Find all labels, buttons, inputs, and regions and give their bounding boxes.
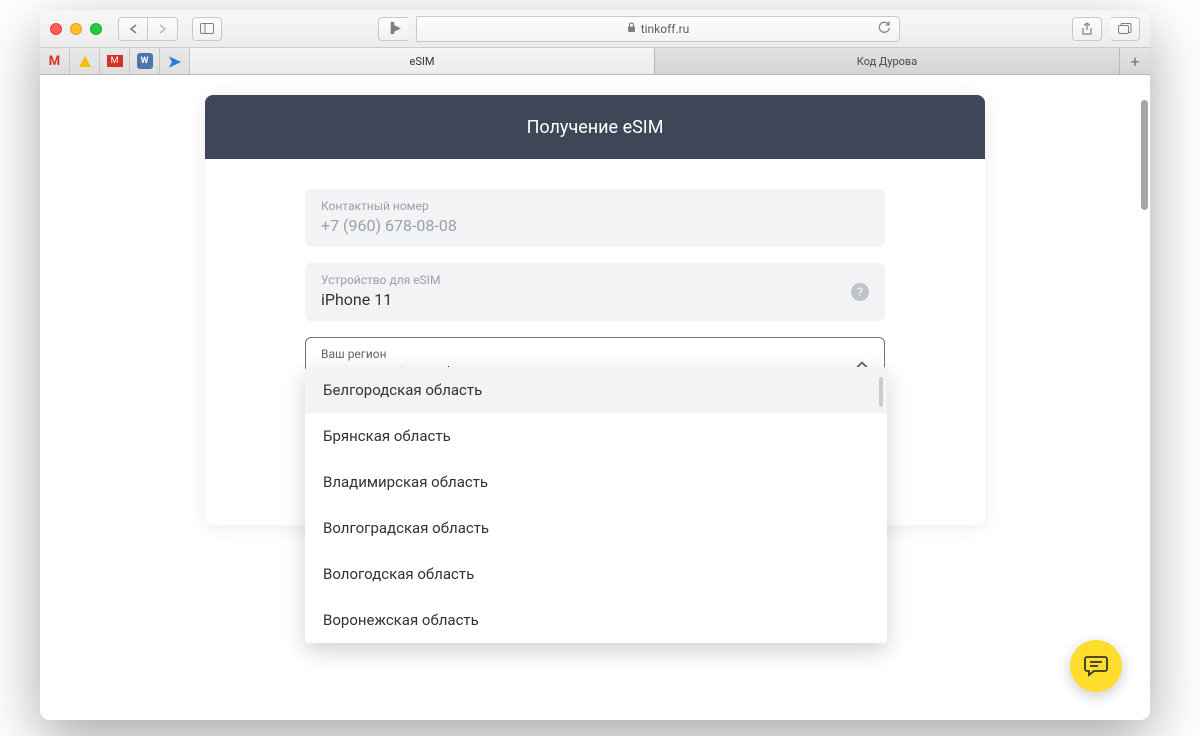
dropdown-option[interactable]: Владимирская область — [305, 459, 887, 505]
maximize-window-button[interactable] — [90, 23, 102, 35]
share-icon — [1081, 22, 1093, 36]
device-field[interactable]: Устройство для eSIM iPhone 11 ? — [305, 263, 885, 321]
sidebar-button[interactable] — [192, 17, 222, 41]
plus-icon: + — [1130, 52, 1139, 71]
dropdown-option[interactable]: Брянская область — [305, 413, 887, 459]
dropdown-option[interactable]: Волгоградская область — [305, 505, 887, 551]
dropdown-scrollbar[interactable] — [879, 377, 883, 407]
favorite-gmail-alt[interactable]: M — [100, 48, 130, 74]
dropdown-option[interactable]: Вологодская область — [305, 551, 887, 597]
device-value: iPhone 11 — [321, 290, 869, 309]
favorite-gmail[interactable]: M — [40, 48, 70, 74]
refresh-icon — [878, 20, 891, 34]
tabs-icon — [1118, 23, 1132, 35]
favorite-vk[interactable]: W — [130, 48, 160, 74]
contact-field[interactable]: Контактный номер +7 (960) 678-08-08 — [305, 189, 885, 247]
tab-label: Код Дурова — [857, 55, 917, 68]
help-icon[interactable]: ? — [851, 283, 869, 301]
address-bar[interactable]: tinkoff.ru — [416, 16, 900, 42]
favorite-drive[interactable] — [70, 48, 100, 74]
tab-esim[interactable]: eSIM — [190, 48, 655, 74]
url-text: tinkoff.ru — [641, 22, 690, 36]
tabs-overview-button[interactable] — [1110, 17, 1140, 41]
page-viewport: Получение eSIM Контактный номер +7 (960)… — [40, 75, 1150, 720]
device-label: Устройство для eSIM — [321, 273, 869, 287]
sidebar-icon — [200, 23, 214, 34]
esim-card: Получение eSIM Контактный номер +7 (960)… — [205, 95, 985, 525]
dropdown-option[interactable]: Белгородская область — [305, 367, 887, 413]
contact-label: Контактный номер — [321, 199, 869, 213]
chat-button[interactable] — [1070, 640, 1122, 692]
minimize-window-button[interactable] — [70, 23, 82, 35]
forward-button[interactable] — [148, 17, 178, 41]
tabstrip: M M W ➤ eSIM Код Дурова + — [40, 48, 1150, 75]
window-controls — [50, 23, 102, 35]
close-window-button[interactable] — [50, 23, 62, 35]
gmail-alt-icon: M — [107, 55, 123, 67]
chevron-right-icon — [158, 24, 167, 34]
window-scrollbar[interactable] — [1141, 100, 1148, 210]
tab-label: eSIM — [410, 55, 435, 68]
favorites-row: M M W ➤ — [40, 48, 190, 74]
browser-window: ▐▶ tinkoff.ru M M W ➤ — [40, 10, 1150, 720]
reader-button[interactable]: ▐▶ — [378, 17, 408, 41]
refresh-button[interactable] — [878, 20, 891, 37]
drive-icon — [79, 56, 91, 67]
lock-icon — [627, 22, 636, 36]
dropdown-option[interactable]: Воронежская область — [305, 597, 887, 643]
region-label: Ваш регион — [321, 347, 869, 361]
region-dropdown: Белгородская область Брянская область Вл… — [305, 367, 887, 643]
chat-icon — [1084, 655, 1108, 677]
card-title: Получение eSIM — [205, 95, 985, 159]
nav-buttons — [118, 17, 178, 41]
new-tab-button[interactable]: + — [1120, 48, 1150, 74]
arrow-icon: ➤ — [168, 52, 181, 71]
vk-icon: W — [137, 53, 153, 69]
contact-value: +7 (960) 678-08-08 — [321, 216, 869, 235]
back-button[interactable] — [118, 17, 148, 41]
titlebar: ▐▶ tinkoff.ru — [40, 10, 1150, 48]
tab-kod-durova[interactable]: Код Дурова — [655, 48, 1120, 74]
reader-icon: ▐▶ — [387, 23, 400, 34]
favorite-arrow[interactable]: ➤ — [160, 48, 190, 74]
share-button[interactable] — [1072, 17, 1102, 41]
chevron-left-icon — [129, 24, 138, 34]
gmail-icon: M — [49, 54, 60, 69]
right-toolbar — [1072, 17, 1140, 41]
